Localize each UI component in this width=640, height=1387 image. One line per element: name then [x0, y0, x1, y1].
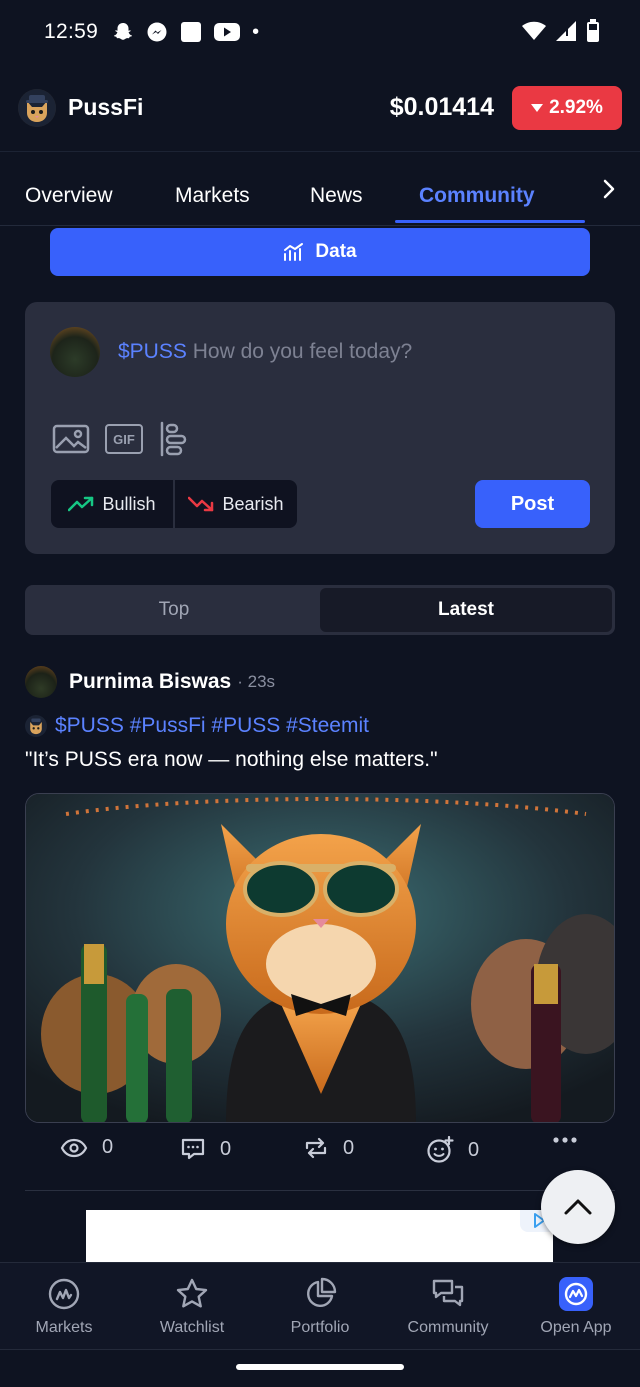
bullish-button[interactable]: Bullish: [51, 480, 173, 528]
post-tags[interactable]: $PUSS #PussFi #PUSS #Steemit: [25, 714, 369, 738]
ad-banner[interactable]: [86, 1210, 553, 1262]
coin-price: $0.01414: [389, 93, 494, 121]
nav-open-app[interactable]: Open App: [512, 1277, 640, 1337]
compose-card: $PUSS How do you feel today? GIF Bullish…: [25, 302, 615, 554]
data-button-label: Data: [315, 241, 357, 262]
eye-icon: [60, 1138, 88, 1157]
post-actions: 0 0 0 0: [60, 1136, 620, 1172]
bullish-label: Bullish: [102, 493, 156, 514]
markets-icon: [47, 1277, 81, 1311]
app-square-icon: [180, 21, 202, 43]
post-body: "It’s PUSS era now — nothing else matter…: [25, 748, 438, 771]
comments-value: 0: [220, 1137, 232, 1160]
messenger-icon: [146, 21, 168, 43]
pussfi-coin-icon: [25, 715, 47, 737]
coin-name: PussFi: [68, 94, 144, 120]
status-bar: 12:59 •: [0, 0, 640, 64]
nav-watchlist[interactable]: Watchlist: [128, 1277, 256, 1337]
sort-top[interactable]: Top: [28, 588, 320, 632]
sentiment-selector: Bullish Bearish: [51, 480, 297, 528]
signal-icon: [556, 21, 576, 41]
poll-icon[interactable]: [158, 421, 188, 457]
scroll-to-top-button[interactable]: [541, 1170, 615, 1244]
pussfi-logo: [18, 88, 56, 127]
tab-community[interactable]: Community: [419, 184, 535, 208]
more-notifications-dot: •: [252, 20, 260, 43]
app-screen: 12:59 • PussFi $0.01414 2.92% Overview M…: [0, 0, 640, 1387]
compose-ticker: $PUSS: [118, 340, 187, 363]
react-button[interactable]: 0: [426, 1136, 479, 1164]
comment-icon: [181, 1138, 205, 1160]
snapchat-icon: [112, 21, 134, 43]
reactions-value: 0: [468, 1138, 480, 1161]
nav-portfolio-label: Portfolio: [290, 1319, 350, 1336]
star-icon: [175, 1277, 209, 1311]
coin-header: PussFi $0.01414 2.92%: [0, 64, 640, 152]
chat-icon: [431, 1277, 465, 1311]
wifi-icon: [522, 21, 546, 40]
post-button[interactable]: Post: [475, 480, 590, 528]
bearish-label: Bearish: [222, 493, 284, 514]
nav-community[interactable]: Community: [384, 1277, 512, 1337]
section-tabs: Overview Markets News Community: [0, 152, 640, 226]
nav-watchlist-label: Watchlist: [159, 1319, 225, 1336]
battery-icon: [587, 19, 599, 42]
trend-up-icon: [68, 496, 94, 512]
compose-placeholder-text: How do you feel today?: [192, 340, 413, 363]
system-icons: [522, 19, 600, 43]
feed-sort-toggle: Top Latest: [25, 585, 615, 635]
nav-open-app-label: Open App: [540, 1319, 612, 1336]
sort-latest[interactable]: Latest: [320, 588, 612, 632]
home-indicator[interactable]: [236, 1364, 404, 1370]
more-options-button[interactable]: [552, 1136, 578, 1144]
data-button[interactable]: Data: [50, 228, 590, 276]
views-value: 0: [102, 1136, 114, 1158]
post-author-name[interactable]: Purnima Biswas: [69, 670, 231, 694]
more-icon: [553, 1137, 577, 1143]
nav-community-label: Community: [407, 1319, 489, 1336]
nav-markets-label: Markets: [35, 1319, 93, 1336]
bearish-button[interactable]: Bearish: [173, 480, 297, 528]
caret-down-icon: [531, 104, 544, 112]
user-avatar: [50, 327, 100, 377]
reposts-value: 0: [343, 1136, 355, 1159]
bottom-navigation: Markets Watchlist Portfolio Community Op…: [0, 1262, 640, 1350]
open-app-icon: [559, 1277, 593, 1311]
price-change-badge: 2.92%: [512, 86, 622, 130]
chevron-up-icon: [564, 1199, 592, 1215]
chart-icon: [284, 243, 304, 261]
image-upload-icon[interactable]: [52, 422, 90, 456]
youtube-icon: [214, 21, 241, 43]
post-tags-text: $PUSS #PussFi #PUSS #Steemit: [55, 714, 369, 737]
nav-portfolio[interactable]: Portfolio: [256, 1277, 384, 1337]
comment-button[interactable]: 0: [180, 1136, 231, 1162]
repost-icon: [305, 1137, 327, 1159]
tab-news[interactable]: News: [310, 184, 363, 208]
post-divider: [25, 1190, 615, 1191]
repost-button[interactable]: 0: [303, 1136, 354, 1160]
price-change-value: 2.92%: [549, 97, 603, 118]
status-time: 12:59: [44, 20, 99, 43]
tab-overview[interactable]: Overview: [25, 184, 113, 208]
cat-party-image: [26, 794, 614, 1122]
add-reaction-icon: [427, 1136, 454, 1163]
post-timestamp: · 23s: [237, 672, 276, 691]
post-header: Purnima Biswas · 23s: [25, 666, 275, 698]
tab-markets[interactable]: Markets: [175, 184, 250, 208]
chevron-right-icon[interactable]: [598, 178, 620, 200]
notification-icons: •: [112, 21, 259, 44]
active-tab-indicator: [395, 220, 585, 223]
compose-input[interactable]: $PUSS How do you feel today?: [118, 340, 412, 364]
gif-label: GIF: [113, 431, 135, 447]
post-author-avatar[interactable]: [25, 666, 57, 698]
nav-markets[interactable]: Markets: [0, 1277, 128, 1337]
pie-chart-icon: [303, 1277, 337, 1311]
gif-button[interactable]: GIF: [105, 424, 143, 454]
post-image[interactable]: [25, 793, 615, 1123]
trend-down-icon: [188, 496, 214, 512]
views-count: 0: [60, 1136, 113, 1159]
